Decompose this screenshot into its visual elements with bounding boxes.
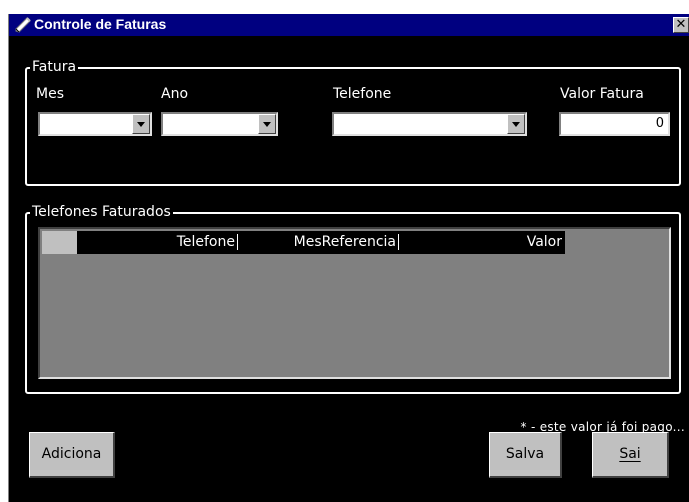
salva-button[interactable]: Salva [489, 432, 562, 478]
column-header-valor-label: Valor [526, 234, 562, 250]
sai-button[interactable]: Sai [592, 432, 669, 478]
telefone-label: Telefone [333, 86, 392, 102]
valor-fatura-input[interactable]: 0 [559, 112, 670, 136]
close-icon: ✕ [675, 17, 687, 32]
column-separator [398, 234, 399, 250]
grid-corner-header[interactable] [42, 231, 77, 254]
telefones-faturados-legend: Telefones Faturados [30, 204, 173, 221]
chevron-down-icon [263, 122, 271, 127]
close-button[interactable]: ✕ [673, 17, 689, 33]
window-title: Controle de Faturas [34, 16, 167, 32]
column-header-telefone-label: Telefone [176, 234, 235, 250]
telefone-select-dropdown-button[interactable] [507, 114, 525, 134]
column-header-valor[interactable]: Valor [402, 231, 565, 254]
ano-label: Ano [161, 86, 189, 102]
telefone-select[interactable] [332, 112, 527, 136]
adiciona-button[interactable]: Adiciona [29, 432, 115, 478]
column-header-mesreferencia[interactable]: MesReferencia [241, 231, 402, 254]
telefones-grid[interactable]: Telefone MesReferencia Valor [38, 227, 671, 379]
sai-button-label: Sai [619, 446, 641, 462]
mes-label: Mes [36, 86, 64, 102]
ano-select[interactable] [161, 112, 278, 136]
title-bar[interactable]: Controle de Faturas ✕ [9, 14, 689, 36]
mes-select[interactable] [38, 112, 152, 136]
chevron-down-icon [137, 122, 145, 127]
column-separator [237, 234, 238, 250]
column-header-telefone[interactable]: Telefone [77, 231, 241, 254]
mes-select-dropdown-button[interactable] [132, 114, 150, 134]
controle-faturas-window: Controle de Faturas ✕ Fatura Mes Ano Tel… [8, 14, 689, 502]
valor-fatura-label: Valor Fatura [560, 86, 644, 102]
pencil-icon [15, 17, 31, 33]
chevron-down-icon [512, 122, 520, 127]
column-header-mesreferencia-label: MesReferencia [293, 234, 396, 250]
fatura-group-legend: Fatura [30, 59, 79, 76]
ano-select-dropdown-button[interactable] [258, 114, 276, 134]
